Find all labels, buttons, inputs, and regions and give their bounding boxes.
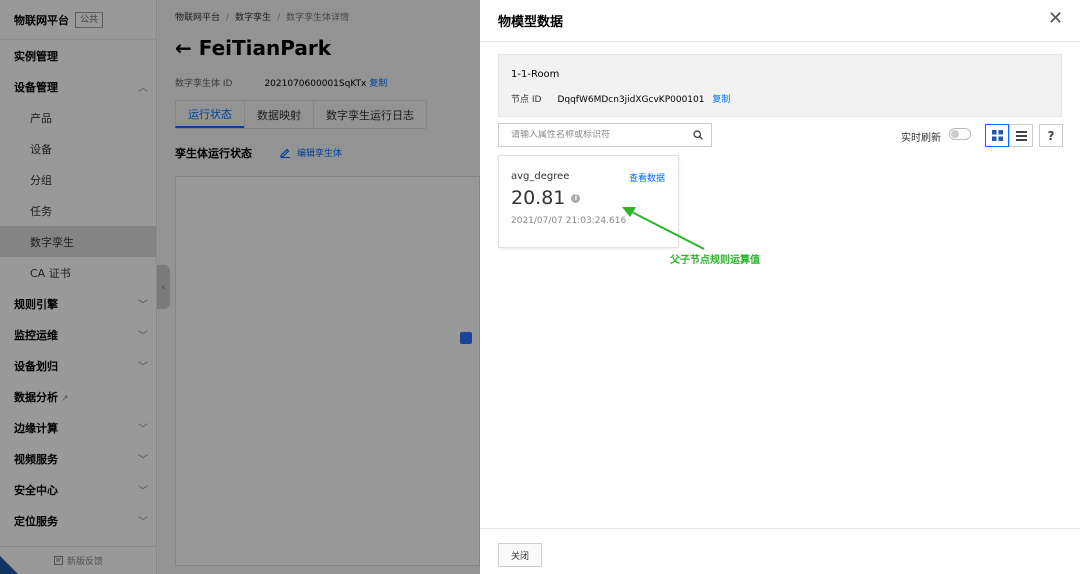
close-button[interactable]: 关闭 <box>498 543 542 567</box>
toggle-knob <box>951 130 959 138</box>
node-id-label: 节点 ID <box>511 95 542 105</box>
property-search-input[interactable] <box>511 130 681 140</box>
grid-view-button[interactable] <box>985 124 1009 147</box>
help-icon: ? <box>1047 128 1055 143</box>
node-info-panel: 1-1-Room 节点 ID DqqfW6MDcn3jidXGcvKP000101… <box>498 54 1062 117</box>
property-value: 20.81 <box>511 187 566 209</box>
realtime-refresh-toggle[interactable] <box>949 128 971 140</box>
node-id-value: DqqfW6MDcn3jidXGcvKP000101 <box>557 95 705 105</box>
node-id-row: 节点 ID DqqfW6MDcn3jidXGcvKP000101 复制 <box>511 92 730 105</box>
close-icon[interactable]: ✕ <box>1048 8 1063 29</box>
drawer-footer: 关闭 <box>480 528 1080 574</box>
info-icon[interactable]: i <box>571 193 581 203</box>
grid-icon <box>991 130 1003 141</box>
annotation-label: 父子节点规则运算值 <box>670 255 760 266</box>
property-name: avg_degree <box>511 171 570 182</box>
annotation-arrow-icon <box>622 207 705 250</box>
property-timestamp: 2021/07/07 21:03:24.616 <box>511 216 627 226</box>
property-search <box>498 123 712 147</box>
drawer-header: 物模型数据 ✕ <box>480 0 1080 42</box>
realtime-refresh-label: 实时刷新 <box>901 133 941 144</box>
list-icon <box>1015 130 1027 141</box>
list-view-button[interactable] <box>1009 124 1033 147</box>
property-value-row: 20.81 i <box>511 187 581 209</box>
help-button[interactable]: ? <box>1039 124 1063 147</box>
drawer-title: 物模型数据 <box>498 15 564 30</box>
node-id-copy-link[interactable]: 复制 <box>712 95 730 105</box>
node-name: 1-1-Room <box>511 69 560 80</box>
modal-overlay[interactable] <box>0 0 480 574</box>
search-icon[interactable] <box>693 130 703 140</box>
thing-model-drawer: 物模型数据 ✕ 1-1-Room 节点 ID DqqfW6MDcn3jidXGcv… <box>480 0 1080 574</box>
view-data-link[interactable]: 查看数据 <box>629 171 665 184</box>
